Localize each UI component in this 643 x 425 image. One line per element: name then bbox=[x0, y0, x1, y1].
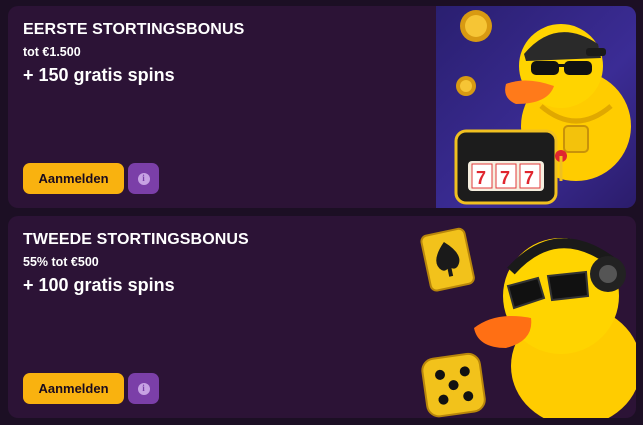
info-button[interactable]: i bbox=[128, 373, 159, 404]
bonus-text: EERSTE STORTINGSBONUS tot €1.500 + 150 g… bbox=[23, 21, 244, 86]
bonus-title: EERSTE STORTINGSBONUS bbox=[23, 21, 245, 38]
signup-button[interactable]: Aanmelden bbox=[23, 373, 124, 404]
info-button[interactable]: i bbox=[128, 163, 159, 194]
bonus-card-first: 7 7 7 EERSTE STORTINGSBONUS tot €1.500 +… bbox=[8, 6, 636, 208]
bonus-spins: + 100 gratis spins bbox=[23, 275, 175, 295]
svg-text:7: 7 bbox=[476, 168, 486, 188]
bonus-amount: tot €1.500 bbox=[23, 45, 81, 59]
info-icon: i bbox=[137, 382, 150, 395]
bonus-amount: 55% tot €500 bbox=[23, 255, 99, 269]
bonus-spins: + 150 gratis spins bbox=[23, 65, 175, 85]
svg-text:7: 7 bbox=[500, 168, 510, 188]
duck-slot-machine-illustration: 7 7 7 bbox=[436, 6, 636, 208]
bonus-text: TWEEDE STORTINGSBONUS 55% tot €500 + 100… bbox=[23, 231, 249, 296]
info-icon: i bbox=[137, 172, 150, 185]
bonus-title: TWEEDE STORTINGSBONUS bbox=[23, 231, 249, 248]
bonus-card-second: TWEEDE STORTINGSBONUS 55% tot €500 + 100… bbox=[8, 216, 636, 418]
svg-text:7: 7 bbox=[524, 168, 534, 188]
duck-dice-illustration bbox=[416, 216, 636, 418]
signup-button[interactable]: Aanmelden bbox=[23, 163, 124, 194]
